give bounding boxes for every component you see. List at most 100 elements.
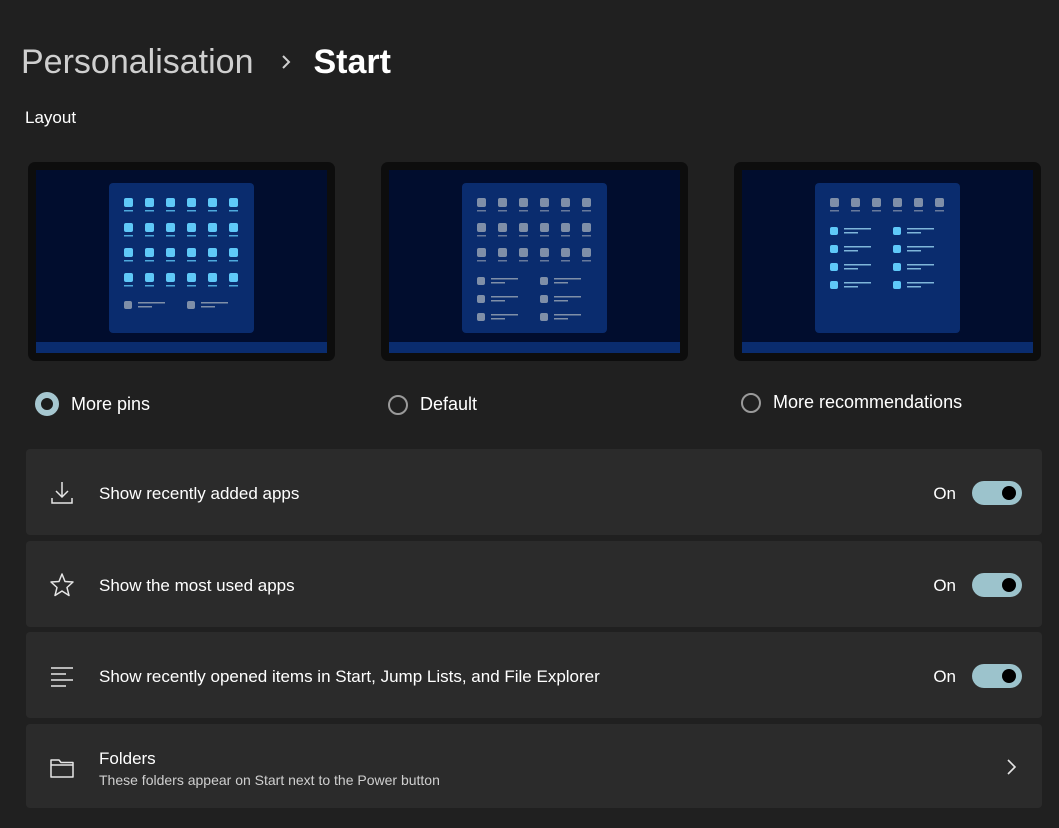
pin-label-line — [124, 260, 133, 262]
pin-tile — [166, 223, 175, 232]
recommendation-icon — [477, 313, 485, 321]
pin-tile — [187, 198, 196, 207]
recommendation-icon — [893, 263, 901, 271]
pin-label-line — [229, 210, 238, 212]
pin-label-line — [582, 260, 591, 262]
pin-tile — [582, 223, 591, 232]
recommendation-line — [907, 232, 921, 234]
pin-label-line — [477, 210, 486, 212]
default-illustration — [477, 198, 591, 321]
setting-most-used-apps[interactable]: Show the most used apps On — [26, 541, 1042, 627]
recommendation-line — [491, 314, 518, 316]
pin-tile — [582, 198, 591, 207]
pin-label-line — [477, 260, 486, 262]
recommendation-line — [907, 264, 934, 266]
list-icon — [48, 662, 76, 690]
more-pins-illustration — [124, 198, 238, 309]
pin-label-line — [145, 285, 154, 287]
recommendation-line — [844, 286, 858, 288]
toggle-switch[interactable] — [972, 573, 1022, 597]
pin-tile — [582, 248, 591, 257]
recommendation-icon — [893, 245, 901, 253]
pin-label-line — [582, 235, 591, 237]
setting-label: Show the most used apps — [99, 576, 295, 595]
pin-tile — [187, 223, 196, 232]
recommendation-line — [554, 300, 568, 302]
pin-tile — [519, 248, 528, 257]
pin-label-line — [187, 210, 196, 212]
recommendation-line — [138, 306, 152, 308]
toggle-switch[interactable] — [972, 481, 1022, 505]
recommendation-line — [844, 264, 871, 266]
pin-label-line — [145, 235, 154, 237]
setting-label: Show recently added apps — [99, 484, 300, 503]
setting-recently-opened-items[interactable]: Show recently opened items in Start, Jum… — [26, 632, 1042, 718]
pin-tile — [561, 223, 570, 232]
pin-label-line — [914, 210, 923, 212]
preview-startmenu — [815, 183, 960, 333]
pin-label-line — [872, 210, 881, 212]
chevron-right-icon[interactable] — [1004, 758, 1018, 776]
layout-preview-more-pins[interactable] — [28, 162, 335, 361]
recommendation-line — [554, 318, 568, 320]
recommendation-icon — [830, 263, 838, 271]
pin-tile — [498, 223, 507, 232]
setting-recently-added-apps[interactable]: Show recently added apps On — [26, 449, 1042, 535]
radio-selected-icon[interactable] — [35, 392, 59, 416]
pin-tile — [124, 273, 133, 282]
pin-label-line — [166, 285, 175, 287]
pin-label-line — [498, 260, 507, 262]
recommendation-icon — [477, 277, 485, 285]
pin-label-line — [166, 235, 175, 237]
pin-label-line — [519, 210, 528, 212]
radio-default[interactable]: Default — [388, 394, 477, 415]
download-icon — [48, 479, 76, 507]
recommendation-line — [491, 282, 505, 284]
pin-tile — [540, 248, 549, 257]
setting-folders[interactable]: Folders These folders appear on Start ne… — [26, 724, 1042, 808]
radio-more-recommendations[interactable]: More recommendations — [741, 392, 962, 413]
pin-tile — [229, 273, 238, 282]
recommendation-icon — [893, 281, 901, 289]
chevron-right-icon — [271, 40, 301, 84]
breadcrumb-parent[interactable]: Personalisation — [21, 43, 253, 82]
layout-preview-default[interactable] — [381, 162, 688, 361]
pin-tile — [229, 198, 238, 207]
pin-tile — [477, 248, 486, 257]
pin-tile — [166, 248, 175, 257]
recommendation-line — [491, 300, 505, 302]
radio-label: More pins — [71, 393, 151, 414]
pin-tile — [145, 223, 154, 232]
preview-taskbar — [742, 342, 1033, 353]
recommendation-line — [491, 278, 518, 280]
pin-tile — [519, 198, 528, 207]
recommendation-line — [201, 306, 215, 308]
pin-tile — [519, 223, 528, 232]
recommendation-line — [554, 314, 581, 316]
recommendation-line — [907, 282, 934, 284]
pin-tile — [208, 248, 217, 257]
recommendation-line — [844, 228, 871, 230]
folder-icon — [48, 754, 76, 782]
recommendation-line — [491, 318, 505, 320]
pin-label-line — [229, 260, 238, 262]
recommendation-icon — [540, 313, 548, 321]
radio-label: More recommendations — [773, 392, 963, 412]
pin-label-line — [498, 210, 507, 212]
preview-taskbar — [389, 342, 680, 353]
recommendation-line — [907, 286, 921, 288]
toggle-switch[interactable] — [972, 664, 1022, 688]
radio-more-pins[interactable]: More pins — [35, 392, 150, 416]
pin-label-line — [561, 260, 570, 262]
pin-tile — [498, 248, 507, 257]
pin-label-line — [229, 285, 238, 287]
pin-label-line — [208, 260, 217, 262]
pin-label-line — [540, 210, 549, 212]
pin-label-line — [208, 235, 217, 237]
recommendation-icon — [540, 277, 548, 285]
radio-empty-icon[interactable] — [388, 394, 408, 415]
preview-startmenu — [109, 183, 254, 333]
layout-preview-more-recommendations[interactable] — [734, 162, 1041, 361]
radio-empty-icon[interactable] — [741, 392, 761, 413]
pin-tile — [208, 198, 217, 207]
